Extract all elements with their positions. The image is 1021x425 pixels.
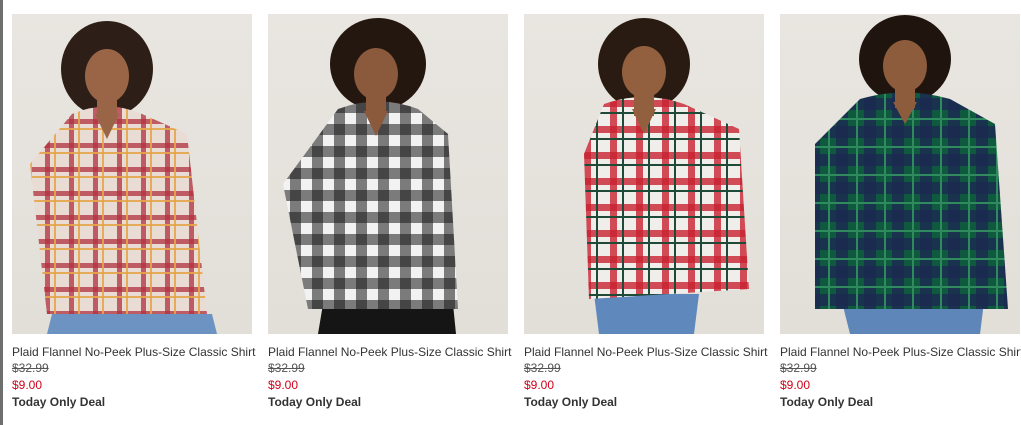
- original-price: $32.99: [12, 361, 49, 375]
- product-name[interactable]: Plaid Flannel No-Peek Plus-Size Classic …: [12, 344, 255, 360]
- deal-label: Today Only Deal: [780, 395, 874, 409]
- sale-price: $9.00: [524, 378, 555, 392]
- product-name[interactable]: Plaid Flannel No-Peek Plus-Size Classic …: [524, 344, 767, 360]
- product-card[interactable]: Plaid Flannel No-Peek Plus-Size Classic …: [780, 14, 1021, 411]
- product-name[interactable]: Plaid Flannel No-Peek Plus-Size Classic …: [780, 344, 1021, 360]
- deal-label: Today Only Deal: [524, 395, 618, 409]
- product-image[interactable]: [524, 14, 764, 334]
- deal-label: Today Only Deal: [268, 395, 362, 409]
- sale-price: $9.00: [268, 378, 299, 392]
- product-name[interactable]: Plaid Flannel No-Peek Plus-Size Classic …: [268, 344, 511, 360]
- left-edge-divider: [0, 0, 3, 425]
- original-price: $32.99: [780, 361, 817, 375]
- deal-label: Today Only Deal: [12, 395, 106, 409]
- original-price: $32.99: [268, 361, 305, 375]
- product-card[interactable]: Plaid Flannel No-Peek Plus-Size Classic …: [12, 14, 255, 411]
- product-image[interactable]: [268, 14, 508, 334]
- product-card[interactable]: Plaid Flannel No-Peek Plus-Size Classic …: [268, 14, 511, 411]
- sale-price: $9.00: [12, 378, 43, 392]
- sale-price: $9.00: [780, 378, 811, 392]
- original-price: $32.99: [524, 361, 561, 375]
- product-image[interactable]: [12, 14, 252, 334]
- product-image[interactable]: [780, 14, 1020, 334]
- product-card[interactable]: Plaid Flannel No-Peek Plus-Size Classic …: [524, 14, 767, 411]
